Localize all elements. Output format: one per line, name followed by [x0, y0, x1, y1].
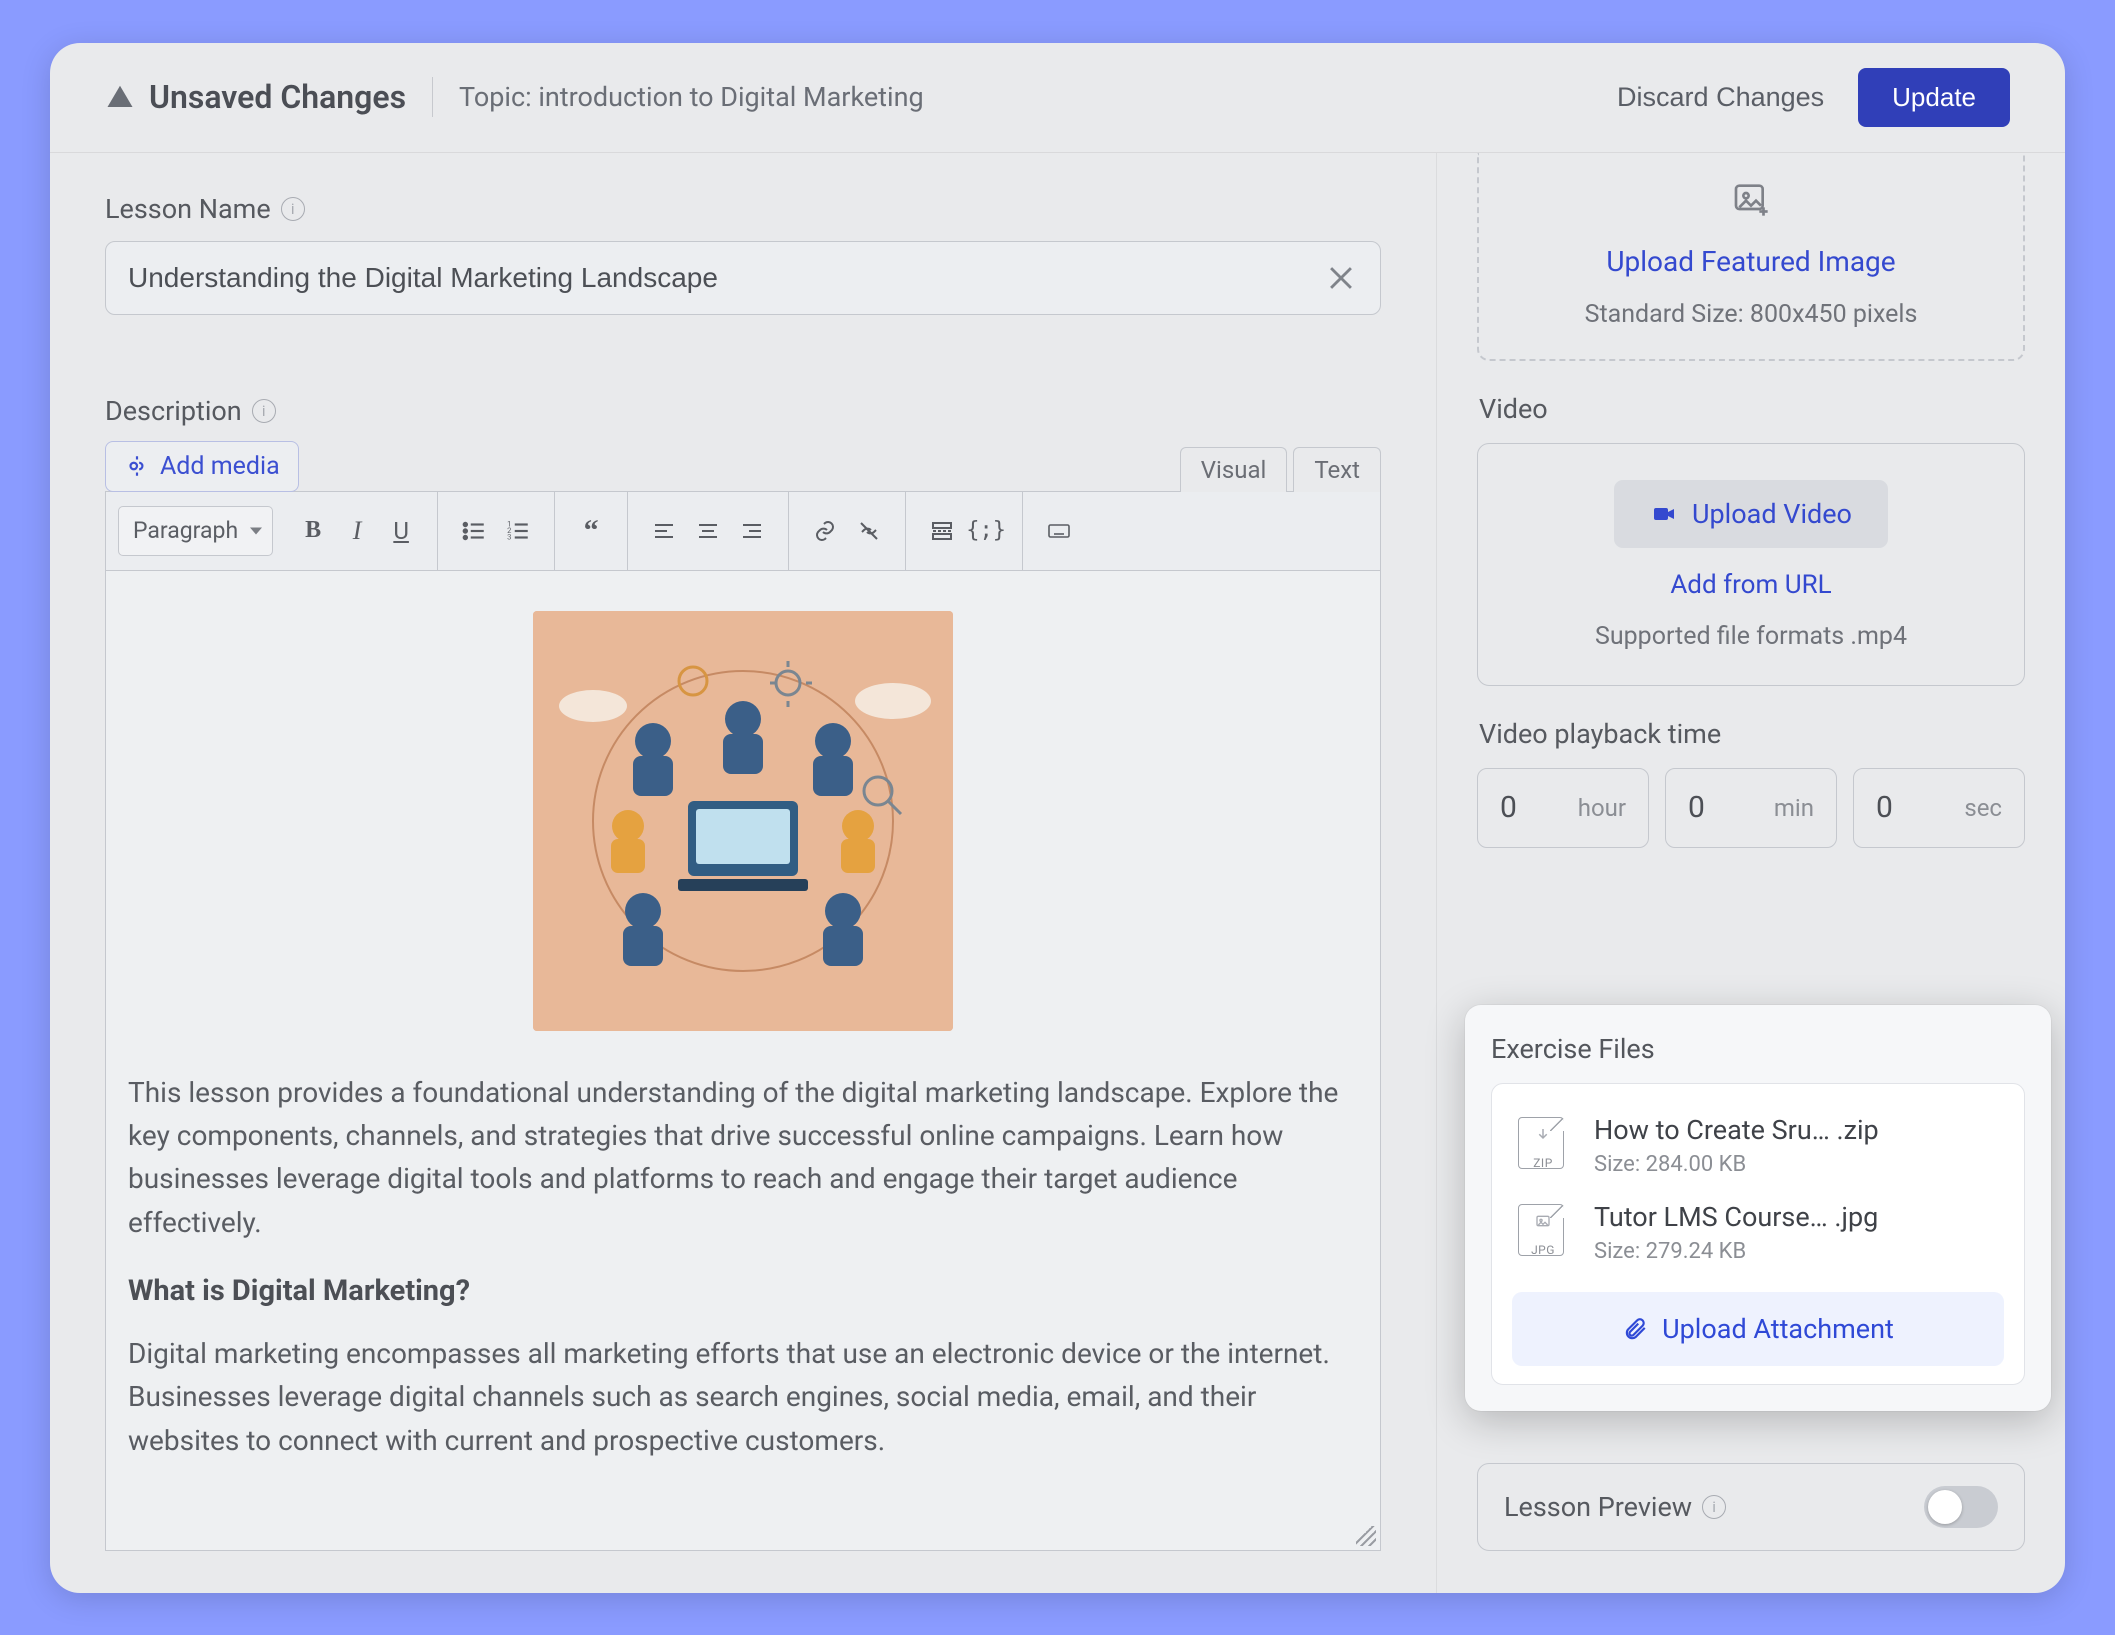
topic-breadcrumb: Topic: introduction to Digital Marketing	[459, 81, 924, 113]
editor-paragraph: This lesson provides a foundational unde…	[128, 1071, 1358, 1245]
add-from-url-link[interactable]: Add from URL	[1670, 570, 1831, 600]
playback-hour-input[interactable]: 0hour	[1477, 768, 1649, 848]
update-button[interactable]: Update	[1858, 68, 2010, 127]
video-format-hint: Supported file formats .mp4	[1595, 622, 1907, 651]
read-more-button[interactable]	[920, 509, 964, 553]
bulleted-list-button[interactable]	[452, 509, 496, 553]
info-icon: i	[1702, 1495, 1726, 1519]
lesson-preview-row: Lesson Preview i	[1477, 1463, 2025, 1551]
svg-text:3: 3	[507, 532, 511, 541]
code-button[interactable]: {;}	[964, 509, 1008, 553]
upload-attachment-button[interactable]: Upload Attachment	[1512, 1292, 2004, 1366]
lesson-preview-label: Lesson Preview	[1504, 1491, 1692, 1523]
jpg-file-icon: JPG	[1518, 1204, 1568, 1260]
file-row[interactable]: ZIP How to Create Sru… .zip Size: 284.00…	[1512, 1102, 2004, 1189]
keyboard-toggle-button[interactable]	[1037, 509, 1081, 553]
playback-min-input[interactable]: 0min	[1665, 768, 1837, 848]
file-row[interactable]: JPG Tutor LMS Course… .jpg Size: 279.24 …	[1512, 1189, 2004, 1276]
editor-paragraph: Digital marketing encompasses all market…	[128, 1332, 1358, 1462]
file-size: Size: 279.24 KB	[1594, 1239, 1878, 1264]
align-right-button[interactable]	[730, 509, 774, 553]
playback-time-label: Video playback time	[1479, 718, 2025, 750]
playback-sec-input[interactable]: 0sec	[1853, 768, 2025, 848]
numbered-list-button[interactable]: 123	[496, 509, 540, 553]
file-size: Size: 284.00 KB	[1594, 1152, 1879, 1177]
content-image-placeholder	[533, 611, 953, 1031]
align-center-button[interactable]	[686, 509, 730, 553]
featured-image-hint: Standard Size: 800x450 pixels	[1585, 300, 1918, 329]
upload-video-button[interactable]: Upload Video	[1614, 480, 1888, 548]
lesson-name-input[interactable]	[128, 262, 1324, 294]
blockquote-button[interactable]: “	[569, 509, 613, 553]
discard-changes-button[interactable]: Discard Changes	[1617, 82, 1824, 113]
tab-text[interactable]: Text	[1293, 447, 1381, 492]
clear-input-icon[interactable]	[1324, 261, 1358, 295]
video-section-label: Video	[1479, 393, 2025, 425]
header-separator	[432, 77, 433, 117]
editor-content[interactable]: This lesson provides a foundational unde…	[105, 571, 1381, 1551]
link-button[interactable]	[803, 509, 847, 553]
image-add-icon	[1729, 179, 1773, 219]
bold-button[interactable]: B	[291, 509, 335, 553]
paragraph-select[interactable]: Paragraph	[118, 506, 273, 556]
description-label: Description i	[105, 395, 299, 427]
exercise-files-title: Exercise Files	[1491, 1033, 2025, 1065]
warning-icon	[105, 82, 135, 112]
exercise-files-card: Exercise Files ZIP How to Create Sru… .z…	[1465, 1005, 2051, 1411]
unsaved-changes-label: Unsaved Changes	[149, 78, 406, 116]
zip-file-icon: ZIP	[1518, 1117, 1568, 1173]
file-name: How to Create Sru… .zip	[1594, 1114, 1879, 1146]
align-left-button[interactable]	[642, 509, 686, 553]
resize-handle-icon[interactable]	[1356, 1526, 1376, 1546]
lesson-name-label: Lesson Name i	[105, 193, 1381, 225]
info-icon: i	[252, 399, 276, 423]
info-icon: i	[281, 197, 305, 221]
underline-button[interactable]: U	[379, 509, 423, 553]
editor-heading: What is Digital Marketing?	[128, 1274, 1358, 1308]
file-name: Tutor LMS Course… .jpg	[1594, 1201, 1878, 1233]
upload-featured-image-link[interactable]: Upload Featured Image	[1606, 245, 1895, 278]
tab-visual[interactable]: Visual	[1180, 447, 1288, 492]
unlink-button[interactable]	[847, 509, 891, 553]
add-media-button[interactable]: Add media	[105, 441, 299, 492]
editor-toolbar: Paragraph B I U 123 “	[105, 491, 1381, 571]
italic-button[interactable]: I	[335, 509, 379, 553]
lesson-preview-toggle[interactable]	[1924, 1486, 1998, 1528]
paperclip-icon	[1622, 1316, 1648, 1342]
